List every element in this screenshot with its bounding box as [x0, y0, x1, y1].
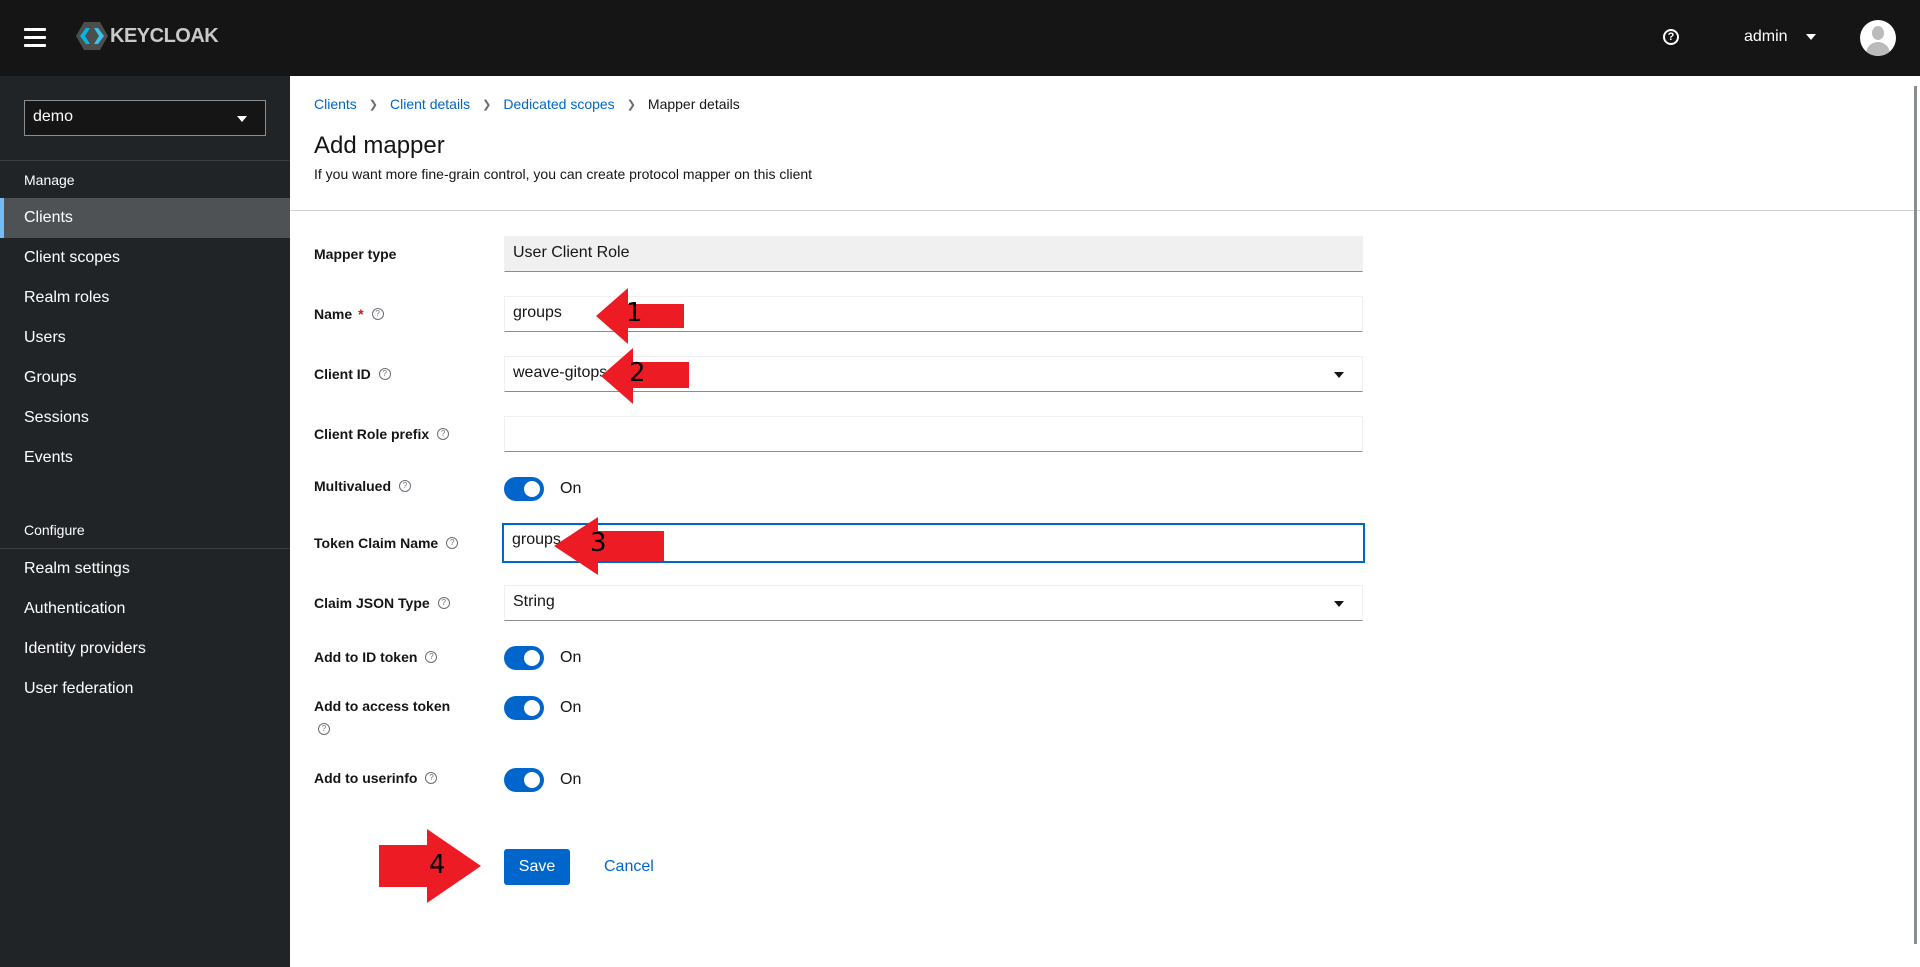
header-divider	[290, 210, 1920, 211]
caret-down-icon	[1805, 34, 1816, 40]
page-title: Add mapper	[314, 132, 445, 159]
masthead: KEYCLOAK ? admin	[0, 0, 1920, 76]
scrollbar[interactable]	[1914, 86, 1917, 944]
claim-json-type-select[interactable]: String	[504, 585, 1363, 621]
required-indicator: *	[358, 306, 364, 322]
page-description: If you want more fine-grain control, you…	[314, 166, 813, 182]
save-button[interactable]: Save	[504, 849, 570, 885]
sidebar-item-events[interactable]: Events	[0, 438, 290, 478]
add-to-access-token-label: Add to access token?	[314, 698, 451, 735]
avatar[interactable]	[1860, 20, 1896, 56]
sidebar-item-clients[interactable]: Clients	[0, 198, 290, 238]
annotation-number-3: 3	[590, 528, 607, 558]
help-icon[interactable]: ?	[378, 368, 391, 380]
breadcrumb-dedicated-scopes[interactable]: Dedicated scopes	[503, 96, 614, 112]
sidebar: demo Manage Clients Client scopes Realm …	[0, 76, 290, 967]
keycloak-logo: KEYCLOAK	[76, 20, 219, 52]
caret-down-icon	[1334, 601, 1344, 607]
add-to-access-token-toggle[interactable]	[504, 696, 544, 720]
help-icon[interactable]: ?	[437, 428, 450, 440]
main-content: Clients ❯ Client details ❯ Dedicated sco…	[290, 76, 1920, 967]
annotation-number-2: 2	[629, 358, 646, 388]
add-to-userinfo-state: On	[560, 771, 582, 788]
help-icon[interactable]: ?	[437, 597, 450, 609]
chevron-right-icon: ❯	[368, 98, 379, 111]
user-menu-dropdown[interactable]: admin	[1744, 28, 1816, 46]
help-icon[interactable]: ?	[371, 308, 384, 320]
sidebar-item-identity-providers[interactable]: Identity providers	[0, 629, 290, 669]
nav-divider	[0, 160, 290, 161]
breadcrumb-mapper-details: Mapper details	[647, 96, 740, 112]
sidebar-item-groups[interactable]: Groups	[0, 358, 290, 398]
mapper-type-field: User Client Role	[504, 236, 1363, 272]
logo-text: KEYCLOAK	[110, 24, 219, 47]
realm-select[interactable]: demo	[24, 100, 266, 136]
sidebar-item-users[interactable]: Users	[0, 318, 290, 358]
help-icon[interactable]: ?	[446, 537, 459, 549]
add-to-id-token-toggle[interactable]	[504, 646, 544, 670]
help-icon[interactable]: ?	[425, 651, 438, 663]
token-claim-name-label: Token Claim Name?	[314, 535, 459, 551]
help-circle-icon[interactable]: ?	[1663, 29, 1679, 45]
breadcrumb-clients[interactable]: Clients	[314, 96, 357, 112]
annotation-arrow-2	[601, 348, 689, 404]
help-icon[interactable]: ?	[399, 480, 412, 492]
breadcrumb: Clients ❯ Client details ❯ Dedicated sco…	[314, 96, 740, 112]
multivalued-label: Multivalued?	[314, 478, 412, 494]
annotation-number-1: 1	[626, 298, 643, 328]
annotation-arrow-3	[554, 517, 664, 575]
realm-select-value: demo	[33, 108, 74, 125]
help-icon[interactable]: ?	[425, 772, 438, 784]
sidebar-item-realm-settings[interactable]: Realm settings	[0, 549, 290, 589]
user-name: admin	[1744, 28, 1788, 45]
nav-section-manage: Manage	[24, 172, 75, 188]
help-icon[interactable]: ?	[318, 723, 330, 735]
client-id-label: Client ID?	[314, 366, 391, 382]
add-to-userinfo-toggle[interactable]	[504, 768, 544, 792]
sidebar-item-realm-roles[interactable]: Realm roles	[0, 278, 290, 318]
breadcrumb-client-details[interactable]: Client details	[390, 96, 470, 112]
caret-down-icon	[237, 116, 247, 122]
claim-json-type-label: Claim JSON Type?	[314, 595, 450, 611]
client-role-prefix-label: Client Role prefix?	[314, 426, 450, 442]
sidebar-item-user-federation[interactable]: User federation	[0, 669, 290, 709]
add-to-access-token-state: On	[560, 699, 582, 716]
add-to-id-token-state: On	[560, 649, 582, 666]
hamburger-menu-icon[interactable]	[24, 28, 46, 48]
sidebar-item-client-scopes[interactable]: Client scopes	[0, 238, 290, 278]
keycloak-logo-icon	[76, 22, 108, 50]
add-to-userinfo-label: Add to userinfo?	[314, 770, 438, 786]
cancel-button[interactable]: Cancel	[604, 849, 654, 885]
nav-section-configure: Configure	[24, 522, 85, 538]
add-to-id-token-label: Add to ID token?	[314, 649, 438, 665]
annotation-number-4: 4	[429, 850, 446, 880]
mapper-type-label: Mapper type	[314, 246, 397, 262]
chevron-right-icon: ❯	[482, 98, 492, 111]
sidebar-item-authentication[interactable]: Authentication	[0, 589, 290, 629]
caret-down-icon	[1334, 372, 1344, 378]
name-label: Name *?	[314, 306, 384, 322]
client-role-prefix-input[interactable]	[504, 416, 1363, 452]
chevron-right-icon: ❯	[626, 98, 636, 111]
multivalued-state: On	[560, 480, 582, 497]
sidebar-item-sessions[interactable]: Sessions	[0, 398, 290, 438]
multivalued-toggle[interactable]	[504, 477, 544, 501]
